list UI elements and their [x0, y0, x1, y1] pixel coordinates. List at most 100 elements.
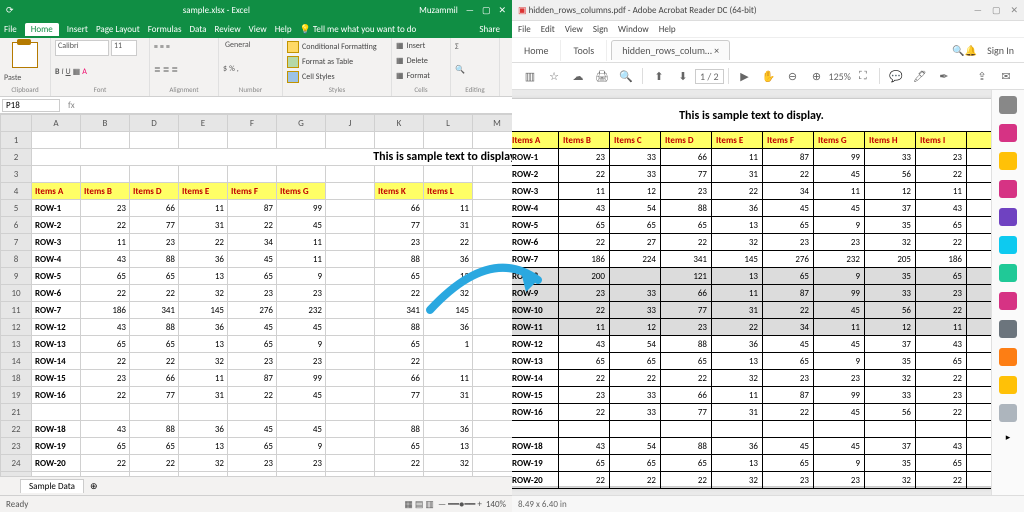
acrobat-title: hidden_rows_columns.pdf - Adobe Acrobat …: [529, 5, 964, 16]
bell-icon[interactable]: 🔔: [965, 44, 977, 57]
side-tool-icon[interactable]: [999, 320, 1017, 338]
print-icon[interactable]: 🖨: [594, 68, 610, 84]
side-tool-icon[interactable]: [999, 404, 1017, 422]
side-tool-icon[interactable]: [999, 376, 1017, 394]
format-as-table-button[interactable]: Format as Table: [287, 56, 387, 68]
side-tool-icon[interactable]: [999, 236, 1017, 254]
cloud-icon[interactable]: ☁: [570, 68, 586, 84]
sidebar-icon[interactable]: ▥: [522, 68, 538, 84]
menu-home[interactable]: Home: [25, 23, 59, 36]
zoom-out-icon[interactable]: ⊖: [785, 68, 801, 84]
pdf-table: Items AItems BItems CItems DItems EItems…: [512, 131, 991, 489]
acrobat-menubar: File Edit View Sign Window Help: [512, 21, 1024, 38]
paste-icon[interactable]: [12, 42, 38, 68]
pdf-maximize-icon[interactable]: ▢: [992, 5, 1001, 16]
side-tool-icon[interactable]: [999, 348, 1017, 366]
share-button[interactable]: Share: [479, 24, 500, 35]
pdf-minimize-icon[interactable]: —: [974, 5, 982, 16]
side-tool-icon[interactable]: [999, 264, 1017, 282]
sign-icon[interactable]: ✒: [936, 68, 952, 84]
pdf-page: This is sample text to display. Items AI…: [512, 98, 991, 487]
menu-review[interactable]: Review: [214, 24, 240, 35]
acrobat-toolbar: ▥ ☆ ☁ 🖨 🔍 ⬆ ⬇ 1 / 2 ▶ ✋ ⊖ ⊕ 125% ⛶ 💬 🖊 ✒…: [512, 63, 1024, 90]
highlight-icon[interactable]: 🖊: [912, 68, 928, 84]
search-icon[interactable]: 🔍: [952, 44, 964, 57]
side-tool-icon[interactable]: [999, 124, 1017, 142]
group-alignment: Alignment: [154, 85, 214, 94]
zoom-in-icon[interactable]: ⊕: [809, 68, 825, 84]
zoom-level[interactable]: 140%: [486, 499, 506, 510]
side-tool-icon[interactable]: [999, 180, 1017, 198]
insert-button[interactable]: ▦ Insert: [396, 41, 446, 51]
sheet-tabs[interactable]: Sample Data ⊕: [0, 476, 512, 495]
comment-icon[interactable]: 💬: [888, 68, 904, 84]
autosave-icon[interactable]: ⟳: [6, 5, 14, 16]
menu-pagelayout[interactable]: Page Layout: [96, 24, 140, 35]
format-button[interactable]: ▦ Format: [396, 71, 446, 81]
close-icon[interactable]: ✕: [498, 5, 506, 16]
group-editing: Editing: [455, 85, 495, 94]
view-icons[interactable]: ▦ ▤ ▥: [404, 499, 434, 510]
group-styles: Styles: [287, 85, 387, 94]
excel-window: ⟳ sample.xlsx - Excel Muzammil — ▢ ✕ Fil…: [0, 0, 512, 512]
side-tool-icon[interactable]: [999, 292, 1017, 310]
maximize-icon[interactable]: ▢: [482, 5, 491, 16]
minimize-icon[interactable]: —: [466, 5, 474, 16]
pdf-sample-title: This is sample text to display.: [512, 109, 991, 123]
excel-grid[interactable]: ABDEFGJKLM 12This is sample text to disp…: [0, 114, 512, 476]
page-down-icon[interactable]: ⬇: [675, 68, 691, 84]
collapse-panel-icon[interactable]: ▸: [1006, 432, 1011, 443]
excel-title: sample.xlsx - Excel: [14, 5, 420, 16]
side-tool-icon[interactable]: [999, 208, 1017, 226]
sheet-tab-sample[interactable]: Sample Data: [20, 479, 84, 493]
pdf-menu-window[interactable]: Window: [618, 24, 649, 35]
side-tool-icon[interactable]: [999, 96, 1017, 114]
menu-file[interactable]: File: [4, 24, 17, 35]
side-tool-icon[interactable]: [999, 152, 1017, 170]
hand-icon[interactable]: ✋: [761, 68, 777, 84]
number-format-select[interactable]: General: [223, 40, 273, 50]
excel-user: Muzammil: [419, 5, 458, 16]
zoom-level[interactable]: 125%: [829, 70, 851, 83]
acrobat-icon: ▣: [518, 5, 527, 16]
menu-help[interactable]: Help: [275, 24, 292, 35]
acrobat-window: ▣ hidden_rows_columns.pdf - Adobe Acroba…: [512, 0, 1024, 512]
group-clipboard: Clipboard: [4, 85, 46, 94]
font-size-select[interactable]: 11: [111, 40, 137, 56]
pdf-menu-help[interactable]: Help: [659, 24, 676, 35]
tab-home[interactable]: Home: [512, 40, 561, 61]
conditional-formatting-button[interactable]: Conditional Formatting: [287, 41, 387, 53]
pdf-menu-sign[interactable]: Sign: [593, 24, 608, 35]
pdf-close-icon[interactable]: ✕: [1010, 5, 1018, 16]
menu-formulas[interactable]: Formulas: [148, 24, 182, 35]
share-icon[interactable]: ⇪: [974, 68, 990, 84]
loupe-icon[interactable]: 🔍: [618, 68, 634, 84]
fit-icon[interactable]: ⛶: [855, 68, 871, 84]
pointer-icon[interactable]: ▶: [737, 68, 753, 84]
sign-in-button[interactable]: Sign In: [977, 40, 1024, 61]
excel-ribbon: Paste Clipboard Calibri 11 BIU▦A Font ≡≡…: [0, 38, 512, 97]
pdf-menu-file[interactable]: File: [518, 24, 531, 35]
menu-view[interactable]: View: [249, 24, 267, 35]
menu-data[interactable]: Data: [189, 24, 206, 35]
pdf-menu-view[interactable]: View: [565, 24, 583, 35]
star-icon[interactable]: ☆: [546, 68, 562, 84]
pdf-menu-edit[interactable]: Edit: [541, 24, 555, 35]
acrobat-right-panel: ▸: [991, 90, 1024, 495]
page-up-icon[interactable]: ⬆: [651, 68, 667, 84]
cell-styles-button[interactable]: Cell Styles: [287, 71, 387, 83]
tab-tools[interactable]: Tools: [561, 40, 607, 61]
group-number: Number: [223, 85, 278, 94]
tab-file[interactable]: hidden_rows_colum… ×: [611, 40, 730, 60]
excel-menubar: File Home Insert Page Layout Formulas Da…: [0, 20, 512, 38]
name-box[interactable]: P18: [2, 99, 60, 112]
fx-icon[interactable]: fx: [68, 100, 75, 111]
menu-insert[interactable]: Insert: [67, 24, 88, 35]
tell-me[interactable]: 💡 Tell me what you want to do: [300, 24, 425, 35]
group-cells: Cells: [396, 85, 446, 94]
page-indicator[interactable]: 1 / 2: [695, 69, 724, 84]
mail-icon[interactable]: ✉: [998, 68, 1014, 84]
delete-button[interactable]: ▦ Delete: [396, 56, 446, 66]
font-name-select[interactable]: Calibri: [55, 40, 109, 56]
new-sheet-icon[interactable]: ⊕: [90, 481, 98, 492]
